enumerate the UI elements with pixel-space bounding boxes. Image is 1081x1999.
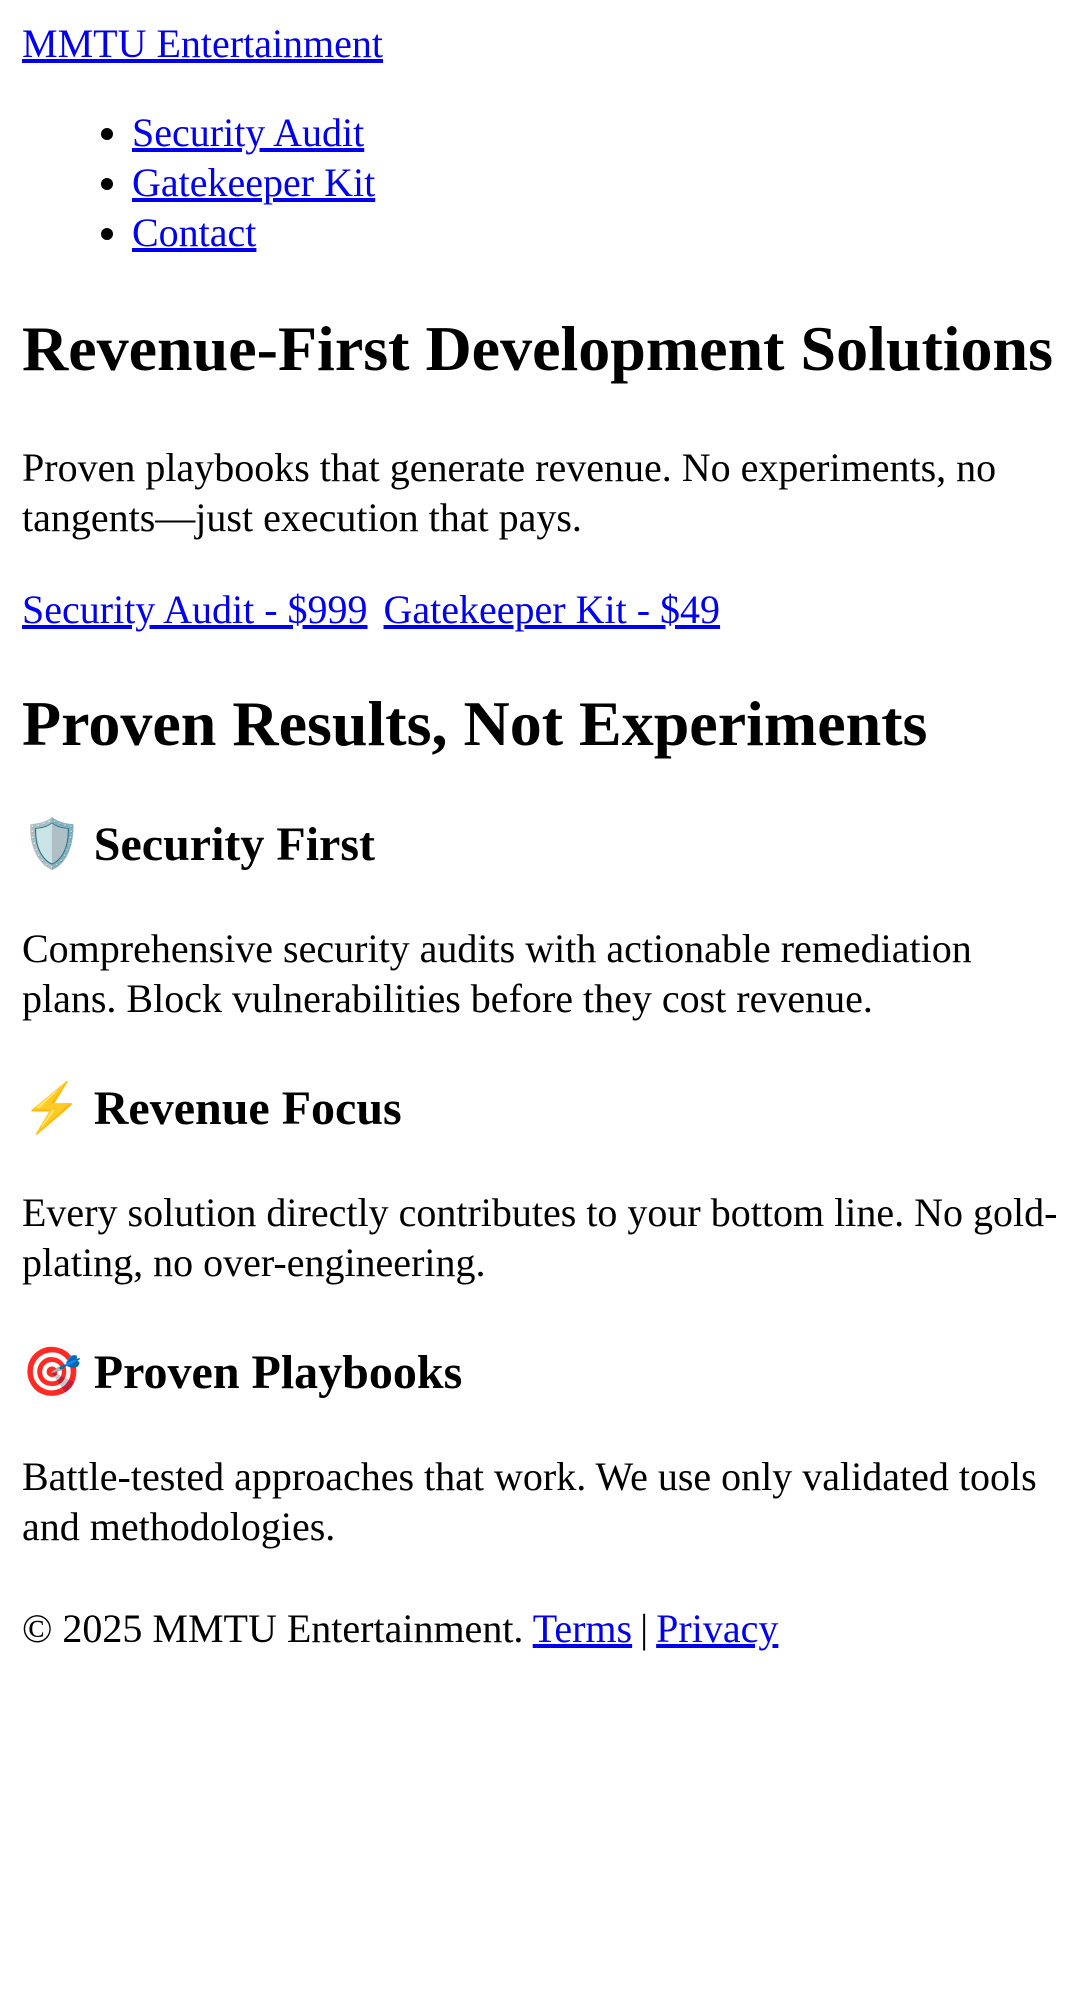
terms-link[interactable]: Terms — [533, 1606, 632, 1651]
feature-text-playbooks: Battle-tested approaches that work. We u… — [22, 1454, 1037, 1549]
main-nav: Security Audit Gatekeeper Kit Contact — [22, 108, 1059, 258]
nav-item-contact: Contact — [132, 208, 1059, 258]
feature-title-security-label: Security First — [93, 818, 376, 871]
feature-text-security: Comprehensive security audits with actio… — [22, 926, 972, 1021]
results-section-title: Proven Results, Not Experiments — [22, 688, 928, 759]
page: MMTU Entertainment Security Audit Gateke… — [0, 0, 1081, 1654]
feature-title-security: 🛡️ Security First — [22, 816, 1059, 874]
brand-link[interactable]: MMTU Entertainment — [22, 20, 383, 68]
gatekeeper-kit-cta-link[interactable]: Gatekeeper Kit - $49 — [384, 587, 721, 632]
nav-item-gatekeeper-kit: Gatekeeper Kit — [132, 158, 1059, 208]
copyright-text: © 2025 MMTU Entertainment. — [22, 1606, 524, 1651]
feature-title-playbooks: 🎯 Proven Playbooks — [22, 1344, 1059, 1402]
footer-separator: | — [640, 1606, 649, 1651]
security-audit-cta-link[interactable]: Security Audit - $999 — [22, 587, 368, 632]
shield-icon: 🛡️ — [22, 818, 82, 871]
hero-title: Revenue-First Development Solutions — [22, 313, 1054, 384]
cta-row: Security Audit - $999 Gatekeeper Kit - $… — [22, 585, 1059, 635]
footer: © 2025 MMTU Entertainment. Terms | Privacy — [22, 1604, 1059, 1654]
nav-link-security-audit[interactable]: Security Audit — [132, 110, 364, 155]
feature-title-playbooks-label: Proven Playbooks — [93, 1346, 463, 1399]
target-icon: 🎯 — [22, 1346, 82, 1399]
hero-subtitle: Proven playbooks that generate revenue. … — [22, 445, 997, 540]
nav-link-gatekeeper-kit[interactable]: Gatekeeper Kit — [132, 160, 375, 205]
nav-link-contact[interactable]: Contact — [132, 210, 256, 255]
lightning-icon: ⚡ — [22, 1082, 82, 1135]
feature-title-revenue-label: Revenue Focus — [93, 1082, 402, 1135]
feature-text-revenue: Every solution directly contributes to y… — [22, 1190, 1058, 1285]
feature-title-revenue: ⚡ Revenue Focus — [22, 1080, 1059, 1138]
privacy-link[interactable]: Privacy — [656, 1606, 778, 1651]
nav-item-security-audit: Security Audit — [132, 108, 1059, 158]
